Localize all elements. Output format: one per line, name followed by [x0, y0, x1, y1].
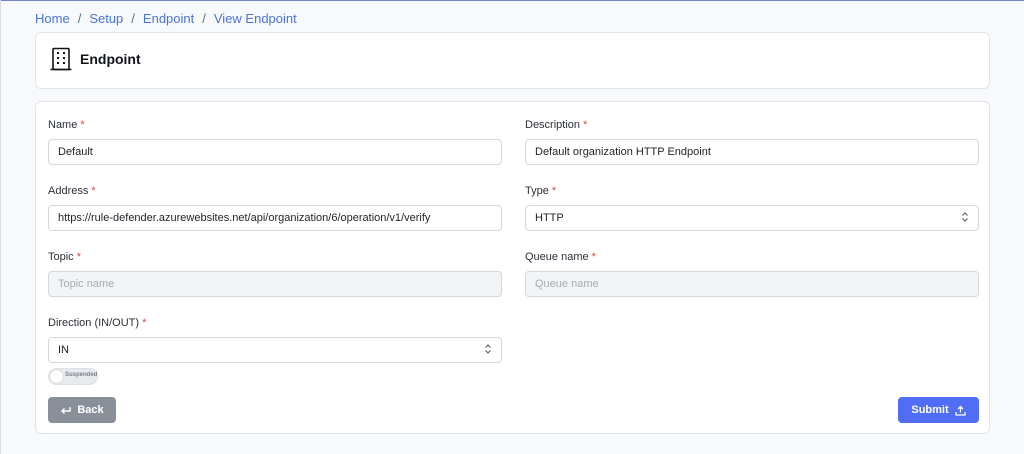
topic-input[interactable]: Topic name	[48, 271, 502, 297]
required-marker: *	[591, 251, 596, 263]
address-field-group: Address * https://rule-defender.azurewebs…	[48, 184, 502, 231]
breadcrumb-home[interactable]: Home	[35, 10, 70, 28]
breadcrumb-separator: /	[202, 11, 206, 26]
queue-name-input[interactable]: Queue name	[525, 271, 979, 297]
toggle-knob	[50, 370, 63, 383]
required-marker: *	[80, 119, 85, 131]
breadcrumb-endpoint[interactable]: Endpoint	[143, 10, 194, 28]
endpoint-form: Name * Default Description * Default organ…	[35, 101, 990, 434]
required-marker: *	[142, 317, 147, 329]
topic-field-group: Topic * Topic name	[48, 250, 502, 297]
breadcrumb-separator: /	[131, 11, 135, 26]
description-input[interactable]: Default organization HTTP Endpoint	[525, 139, 979, 165]
suspended-toggle[interactable]: Suspended	[48, 368, 98, 385]
required-marker: *	[76, 251, 81, 263]
breadcrumb-setup[interactable]: Setup	[89, 10, 123, 28]
breadcrumb-view-endpoint[interactable]: View Endpoint	[214, 10, 297, 28]
address-input[interactable]: https://rule-defender.azurewebsites.net/…	[48, 205, 502, 231]
chevron-up-down-icon	[962, 212, 968, 222]
name-field-group: Name * Default	[48, 118, 502, 165]
submit-button-label: Submit	[911, 404, 949, 416]
direction-field-group: Direction (IN/OUT) * IN	[48, 316, 502, 363]
building-icon	[50, 47, 72, 71]
queue-name-label: Queue name *	[525, 251, 596, 263]
submit-button[interactable]: Submit	[898, 397, 979, 423]
breadcrumb-separator: /	[77, 11, 82, 26]
suspended-label: Suspended	[65, 372, 98, 378]
page-header-card: Endpoint	[35, 32, 990, 89]
queue-name-field-group: Queue name * Queue name	[525, 250, 979, 297]
back-button[interactable]: Back	[48, 397, 116, 423]
back-button-label: Back	[77, 404, 104, 416]
address-label: Address *	[48, 185, 96, 197]
direction-select[interactable]: IN	[48, 337, 502, 363]
description-label: Description *	[525, 119, 588, 131]
type-field-group: Type * HTTP	[525, 184, 979, 231]
left-rule	[0, 0, 1, 454]
top-rule	[0, 0, 1024, 1]
return-arrow-icon	[61, 406, 72, 414]
required-marker: *	[551, 185, 557, 197]
type-label: Type *	[525, 185, 557, 197]
type-select-value: HTTP	[525, 205, 979, 231]
type-select[interactable]: HTTP	[525, 205, 979, 231]
page-title: Endpoint	[80, 51, 141, 67]
required-marker: *	[583, 119, 588, 131]
upload-icon	[954, 405, 966, 416]
direction-label: Direction (IN/OUT) *	[48, 317, 147, 329]
topic-label: Topic *	[48, 251, 81, 263]
name-input[interactable]: Default	[48, 139, 502, 165]
breadcrumb: Home / Setup / Endpoint / View Endpoint	[35, 10, 297, 28]
description-field-group: Description * Default organization HTTP E…	[525, 118, 979, 165]
direction-select-value: IN	[48, 337, 502, 363]
chevron-up-down-icon	[485, 344, 491, 354]
required-marker: *	[91, 185, 96, 197]
name-label: Name *	[48, 119, 85, 131]
